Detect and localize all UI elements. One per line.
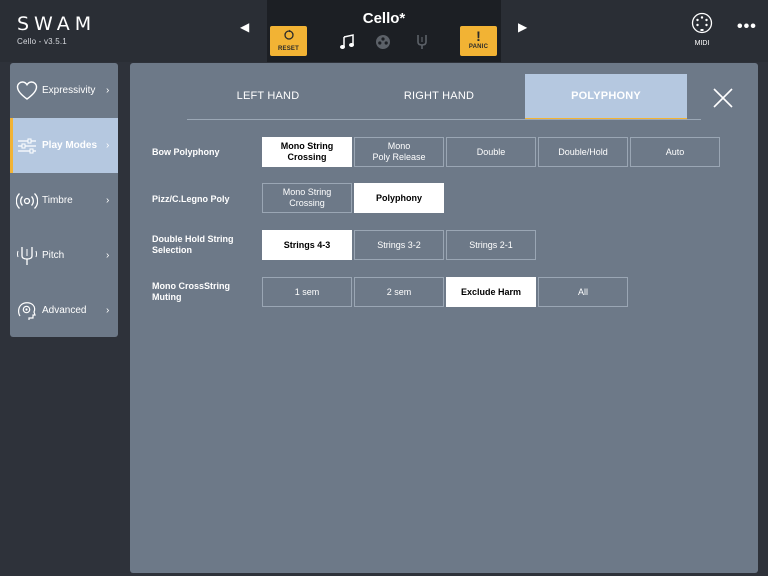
sidebar-item-label: Expressivity <box>42 85 96 96</box>
double-hold-label-line2: Selection <box>152 245 193 255</box>
mono-crossstring-option[interactable]: Exclude Harm <box>446 277 536 307</box>
tuning-fork-icon[interactable] <box>415 34 429 50</box>
top-bar: SWAM Cello - v3.5.1 ◀ Cello* RESET ! PAN… <box>0 0 768 62</box>
tab-divider <box>187 119 701 120</box>
chevron-right-icon: › <box>106 140 110 151</box>
mono-crossstring-option[interactable]: 2 sem <box>354 277 444 307</box>
tab-left-hand[interactable]: LEFT HAND <box>187 74 349 118</box>
mono-crossstring-option[interactable]: All <box>538 277 628 307</box>
bow-polyphony-label: Bow Polyphony <box>152 147 220 157</box>
double-hold-option[interactable]: Strings 3-2 <box>354 230 444 260</box>
instrument-name: Cello* <box>362 10 406 27</box>
chevron-right-icon: › <box>106 250 110 261</box>
pizz-poly-label: Pizz/C.Legno Poly <box>152 194 230 204</box>
brand-logo: SWAM <box>17 13 97 35</box>
bow-polyphony-option[interactable]: Double <box>446 137 536 167</box>
brand: SWAM Cello - v3.5.1 <box>17 13 96 46</box>
gear-head-icon <box>18 301 36 320</box>
close-icon[interactable] <box>712 87 734 109</box>
instrument-panel: Cello* RESET ! PANIC <box>267 0 501 62</box>
tuning-fork-icon <box>17 246 37 265</box>
pizz-poly-option[interactable]: Polyphony <box>354 183 444 213</box>
tab-polyphony[interactable]: POLYPHONY <box>525 74 687 120</box>
bow-polyphony-option[interactable]: Double/Hold <box>538 137 628 167</box>
sliders-icon <box>18 138 36 153</box>
sidebar: Expressivity › Play Modes › Timbre › Pit… <box>10 63 118 337</box>
midi-label: MIDI <box>694 40 710 47</box>
bow-polyphony-option[interactable]: Mono String Crossing <box>262 137 352 167</box>
mono-crossstring-label-line2: Muting <box>152 292 182 302</box>
previous-preset-arrow-icon[interactable]: ◀ <box>240 20 249 34</box>
sidebar-item-label: Pitch <box>42 250 65 261</box>
chevron-right-icon: › <box>106 85 110 96</box>
heart-icon <box>16 80 38 100</box>
chevron-right-icon: › <box>106 305 110 316</box>
pizz-poly-option[interactable]: Mono String Crossing <box>262 183 352 213</box>
bow-polyphony-option[interactable]: Mono Poly Release <box>354 137 444 167</box>
controller-icon[interactable] <box>375 34 391 50</box>
reset-button[interactable]: RESET <box>270 26 307 56</box>
bow-polyphony-option[interactable]: Auto <box>630 137 720 167</box>
radio-waves-icon <box>16 192 38 209</box>
midi-button[interactable]: MIDI <box>688 12 716 47</box>
double-hold-option[interactable]: Strings 4-3 <box>262 230 352 260</box>
sidebar-item-play-modes[interactable]: Play Modes › <box>10 118 118 173</box>
more-options-icon[interactable]: ••• <box>737 18 757 36</box>
sidebar-item-label: Play Modes <box>42 140 98 151</box>
sidebar-item-advanced[interactable]: Advanced › <box>10 283 118 337</box>
reset-icon <box>283 29 294 40</box>
tab-bar: LEFT HAND RIGHT HAND POLYPHONY <box>187 74 687 120</box>
tab-right-hand[interactable]: RIGHT HAND <box>355 74 523 118</box>
exclamation-icon: ! <box>476 28 481 44</box>
mono-crossstring-label: Mono CrossString Muting <box>152 281 230 303</box>
mono-crossstring-label-line1: Mono CrossString <box>152 281 230 291</box>
midi-connector-icon <box>691 12 713 34</box>
sidebar-item-label: Timbre <box>42 195 73 206</box>
sidebar-item-pitch[interactable]: Pitch › <box>10 228 118 283</box>
main-panel: LEFT HAND RIGHT HAND POLYPHONY Bow Polyp… <box>130 63 758 573</box>
music-note-icon[interactable] <box>339 34 355 50</box>
version-label: Cello - v3.5.1 <box>17 37 67 46</box>
panic-button[interactable]: ! PANIC <box>460 26 497 56</box>
sidebar-item-timbre[interactable]: Timbre › <box>10 173 118 228</box>
reset-label: RESET <box>277 46 299 52</box>
sidebar-item-expressivity[interactable]: Expressivity › <box>10 63 118 118</box>
double-hold-label-line1: Double Hold String <box>152 234 234 244</box>
panic-label: PANIC <box>468 44 489 50</box>
next-preset-arrow-icon[interactable]: ▶ <box>518 20 527 34</box>
sidebar-item-label: Advanced <box>42 305 87 316</box>
double-hold-option[interactable]: Strings 2-1 <box>446 230 536 260</box>
mono-crossstring-option[interactable]: 1 sem <box>262 277 352 307</box>
double-hold-label: Double Hold String Selection <box>152 234 234 256</box>
chevron-right-icon: › <box>106 195 110 206</box>
